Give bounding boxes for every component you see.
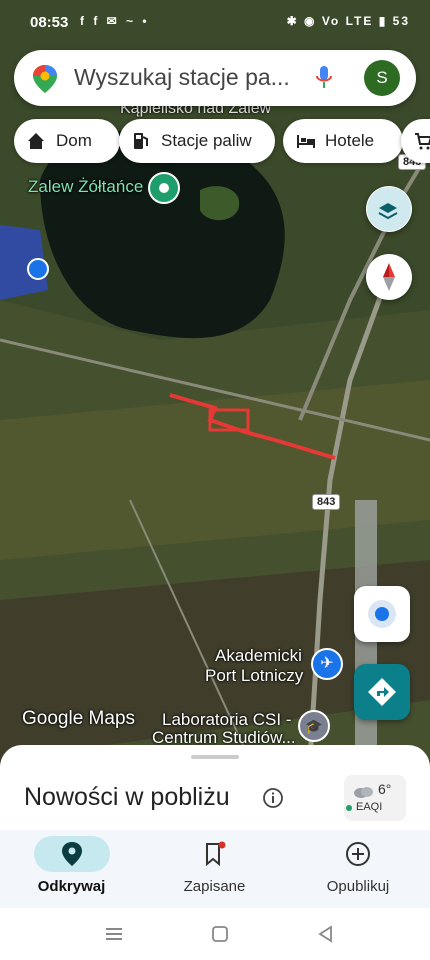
lake-pin-icon[interactable]	[148, 172, 180, 204]
add-circle-icon	[346, 842, 370, 866]
nav-saved-label: Zapisane	[183, 878, 246, 895]
directions-button[interactable]	[354, 664, 410, 720]
weather-temp: 6°	[378, 781, 392, 797]
maps-pin-icon	[33, 65, 57, 93]
mic-icon[interactable]	[314, 64, 334, 92]
cart-icon	[415, 133, 430, 150]
system-nav-bar	[0, 908, 430, 960]
map-label-lab-1[interactable]: Laboratoria CSI -	[162, 710, 291, 730]
search-input[interactable]: Wyszukaj stacje pa...	[74, 64, 314, 91]
university-icon[interactable]: 🎓	[298, 710, 330, 742]
weather-widget[interactable]: 6° EAQI	[344, 775, 406, 821]
chip-fuel-label: Stacje paliw	[161, 131, 252, 150]
weather-aqi: EAQI	[356, 801, 383, 813]
back-icon[interactable]	[316, 924, 336, 944]
compass-icon	[383, 263, 395, 291]
bookmark-icon	[206, 841, 226, 867]
map-label-airport-2[interactable]: Port Lotniczy	[205, 666, 303, 686]
bed-icon	[297, 135, 315, 148]
chip-hotels-label: Hotele	[325, 131, 375, 150]
chip-home[interactable]: Dom	[14, 119, 120, 163]
fuel-icon	[134, 133, 148, 149]
nav-publish[interactable]: Opublikuj	[286, 830, 430, 908]
nav-explore-label: Odkrywaj	[37, 878, 106, 895]
cloud-icon	[354, 787, 373, 798]
status-system-icons: ✱ ◉ Vo LTE ▮ 53	[286, 14, 410, 28]
chip-home-label: Dom	[56, 131, 92, 150]
home-nav-icon[interactable]	[210, 924, 230, 944]
category-chips: Dom Stacje paliw Hotele	[14, 119, 430, 163]
bottom-sheet[interactable]: Nowości w pobliżu 6° EAQI	[0, 745, 430, 835]
explore-pin-icon	[62, 842, 82, 866]
my-location-button[interactable]	[354, 586, 410, 642]
compass-button[interactable]	[366, 254, 412, 300]
chip-fuel[interactable]: Stacje paliw	[119, 119, 275, 163]
sheet-title: Nowości w pobliżu	[24, 783, 230, 811]
nav-explore[interactable]: Odkrywaj	[0, 830, 143, 908]
bottom-nav: Odkrywaj Zapisane Opublikuj	[0, 830, 430, 908]
recent-apps-icon[interactable]	[104, 925, 124, 943]
account-avatar[interactable]: S	[364, 60, 400, 96]
search-bar[interactable]: Wyszukaj stacje pa... S	[14, 50, 416, 106]
layers-icon	[367, 187, 411, 231]
map-label-airport-1[interactable]: Akademicki	[215, 646, 302, 666]
info-icon[interactable]	[262, 787, 284, 809]
satellite-map[interactable]: Kąpielisko nad Zalewem Żółtańce Zalew Żó…	[0, 0, 430, 760]
home-icon	[28, 133, 44, 149]
map-label-lake[interactable]: Zalew Żółtańce	[28, 177, 143, 197]
aqi-status-dot	[346, 805, 352, 811]
nav-saved[interactable]: Zapisane	[143, 830, 286, 908]
sheet-drag-handle[interactable]	[191, 755, 239, 759]
nav-publish-label: Opublikuj	[326, 878, 390, 895]
my-location-dot	[27, 258, 49, 280]
status-bar: 08:53 f f ✉ ~ • ✱ ◉ Vo LTE ▮ 53	[0, 0, 430, 46]
road-label-843-mid: 843	[312, 494, 341, 510]
google-maps-logo: Google Maps	[22, 708, 136, 729]
status-time: 08:53	[30, 14, 69, 31]
status-notification-icons: f f ✉ ~ •	[80, 14, 150, 28]
directions-icon	[368, 678, 396, 706]
layers-button[interactable]	[366, 186, 412, 232]
chip-hotels[interactable]: Hotele	[283, 119, 403, 163]
crosshair-icon	[368, 600, 396, 628]
chip-shopping-partial[interactable]	[401, 119, 430, 163]
airport-icon[interactable]: ✈	[311, 648, 343, 680]
